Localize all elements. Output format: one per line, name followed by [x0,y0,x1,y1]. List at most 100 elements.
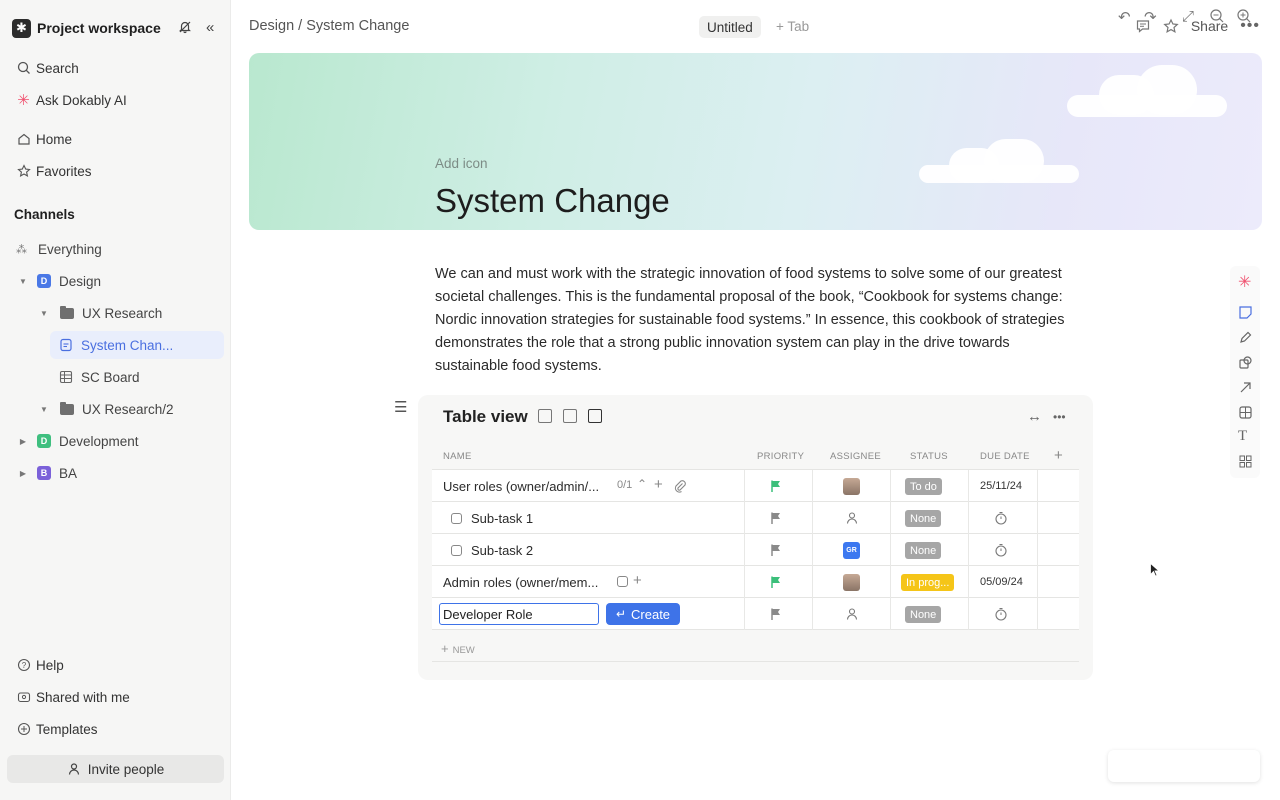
shared-icon [16,690,31,705]
tree-design[interactable]: ▼ D Design [7,267,224,295]
ai-sparkle-icon[interactable]: ✳ [1238,272,1253,291]
status-badge[interactable]: In prog... [901,574,955,591]
add-subtask-icon[interactable]: + [633,572,642,589]
arrow-icon[interactable] [1238,380,1253,395]
grid-icon[interactable] [1238,454,1253,469]
zoom-in-icon[interactable] [1236,8,1252,24]
pencil-icon[interactable] [1238,330,1253,345]
timer-icon[interactable] [994,511,1008,525]
more-icon[interactable]: ••• [1053,410,1066,424]
tree-ux-research[interactable]: ▼ UX Research [7,299,224,327]
chevron-up-icon[interactable]: ⌃ [637,477,647,491]
tree-system-change[interactable]: System Chan... [50,331,224,359]
table-view-title[interactable]: Table view [443,407,528,427]
tree-sc-board-label: SC Board [81,369,140,385]
tab-untitled[interactable]: Untitled [699,16,761,38]
invite-people-button[interactable]: Invite people [7,755,224,783]
avatar[interactable] [843,478,860,495]
column-header-status[interactable]: STATUS [910,451,948,462]
nav-templates[interactable]: Templates [7,715,224,743]
tree-sc-board[interactable]: SC Board [50,363,224,391]
table-row[interactable]: Sub-task 1 None [432,502,1079,534]
caret-right-icon[interactable]: ▶ [18,436,28,446]
add-subtask-icon[interactable]: + [654,476,663,493]
avatar[interactable]: GR [843,542,860,559]
add-tab-button[interactable]: + Tab [776,19,809,34]
body-paragraph[interactable]: We can and must work with the strategic … [435,263,1075,378]
drag-handle-icon[interactable]: ☰ [394,398,407,416]
due-date[interactable]: 05/09/24 [980,576,1023,588]
column-header-assignee[interactable]: ASSIGNEE [830,451,881,462]
add-column-icon[interactable]: + [1054,447,1063,464]
nav-home[interactable]: Home [7,125,224,153]
create-button[interactable]: ↵ Create [606,603,680,625]
timer-icon[interactable] [994,543,1008,557]
caret-down-icon[interactable]: ▼ [18,276,28,286]
table-icon[interactable] [1238,405,1253,420]
breadcrumb[interactable]: Design / System Change [249,18,409,34]
tree-ba-label: BA [59,465,78,481]
tree-development[interactable]: ▶ D Development [7,427,224,455]
unassigned-user-icon[interactable] [845,511,859,525]
tree-ux-research2[interactable]: ▼ UX Research/2 [7,395,224,423]
column-header-priority[interactable]: PRIORITY [757,451,804,462]
expand-width-icon[interactable]: ↔ [1027,408,1042,425]
page-title[interactable]: System Change [435,182,670,220]
nav-shared[interactable]: Shared with me [7,683,224,711]
priority-flag-icon[interactable] [771,544,781,556]
table-view-icon[interactable] [588,409,602,423]
priority-flag-icon[interactable] [771,480,781,492]
table-row[interactable]: User roles (owner/admin/... 0/1 ⌃ + To d… [432,470,1079,502]
redo-icon[interactable]: ↷ [1144,8,1160,26]
caret-right-icon[interactable]: ▶ [18,468,28,478]
add-icon-button[interactable]: Add icon [435,156,488,171]
fullscreen-icon[interactable]: ⤢ [1182,8,1198,25]
zoom-out-icon[interactable] [1209,8,1225,24]
priority-flag-icon[interactable] [771,512,781,524]
workspace-header[interactable]: ✱ Project workspace « [12,17,220,39]
table-row[interactable]: Admin roles (owner/mem... + In prog... 0… [432,566,1079,598]
shapes-icon[interactable] [1238,355,1253,370]
cover-banner[interactable] [249,53,1262,230]
avatar[interactable] [843,574,860,591]
row-name[interactable]: Sub-task 2 [471,543,533,558]
timer-icon[interactable] [994,607,1008,621]
priority-flag-icon[interactable] [771,608,781,620]
row-name[interactable]: Admin roles (owner/mem... [443,575,598,590]
status-badge[interactable]: None [905,606,942,623]
caret-down-icon[interactable]: ▼ [39,308,49,318]
nav-ask-ai[interactable]: ✳ Ask Dokably AI [7,86,224,114]
board-view-icon[interactable] [563,409,577,423]
new-task-name-input[interactable] [439,603,599,625]
text-icon[interactable]: T [1238,428,1253,444]
tree-everything[interactable]: ⁂ Everything [7,235,224,263]
status-badge[interactable]: To do [905,478,942,495]
sidebar: ✱ Project workspace « Search ✳ Ask Dokab… [0,0,231,800]
status-badge[interactable]: None [905,510,942,527]
subtask-icon[interactable] [617,576,628,587]
collapse-sidebar-icon[interactable]: « [206,19,222,36]
add-new-row[interactable]: + NEW [432,630,1079,662]
star-icon[interactable] [1163,18,1179,34]
table-row[interactable]: Sub-task 2 GR None [432,534,1079,566]
list-view-icon[interactable] [538,409,552,423]
priority-flag-icon[interactable] [771,576,781,588]
due-date[interactable]: 25/11/24 [980,480,1022,492]
nav-favorites[interactable]: Favorites [7,157,224,185]
row-name[interactable]: Sub-task 1 [471,511,533,526]
status-badge[interactable]: None [905,542,942,559]
row-name[interactable]: User roles (owner/admin/... [443,479,599,494]
caret-down-icon[interactable]: ▼ [39,404,49,414]
unassigned-user-icon[interactable] [845,607,859,621]
attachment-icon[interactable] [673,479,687,493]
nav-help[interactable]: ? Help [7,651,224,679]
svg-text:?: ? [21,661,26,670]
undo-icon[interactable]: ↶ [1118,8,1134,26]
column-header-due-date[interactable]: DUE DATE [980,451,1030,462]
tree-ba[interactable]: ▶ B BA [7,459,224,487]
column-header-name[interactable]: NAME [443,451,472,462]
bell-icon[interactable] [178,20,192,34]
nav-search[interactable]: Search [7,54,224,82]
nav-ask-ai-label: Ask Dokably AI [36,92,127,108]
sticky-note-icon[interactable] [1238,305,1253,320]
